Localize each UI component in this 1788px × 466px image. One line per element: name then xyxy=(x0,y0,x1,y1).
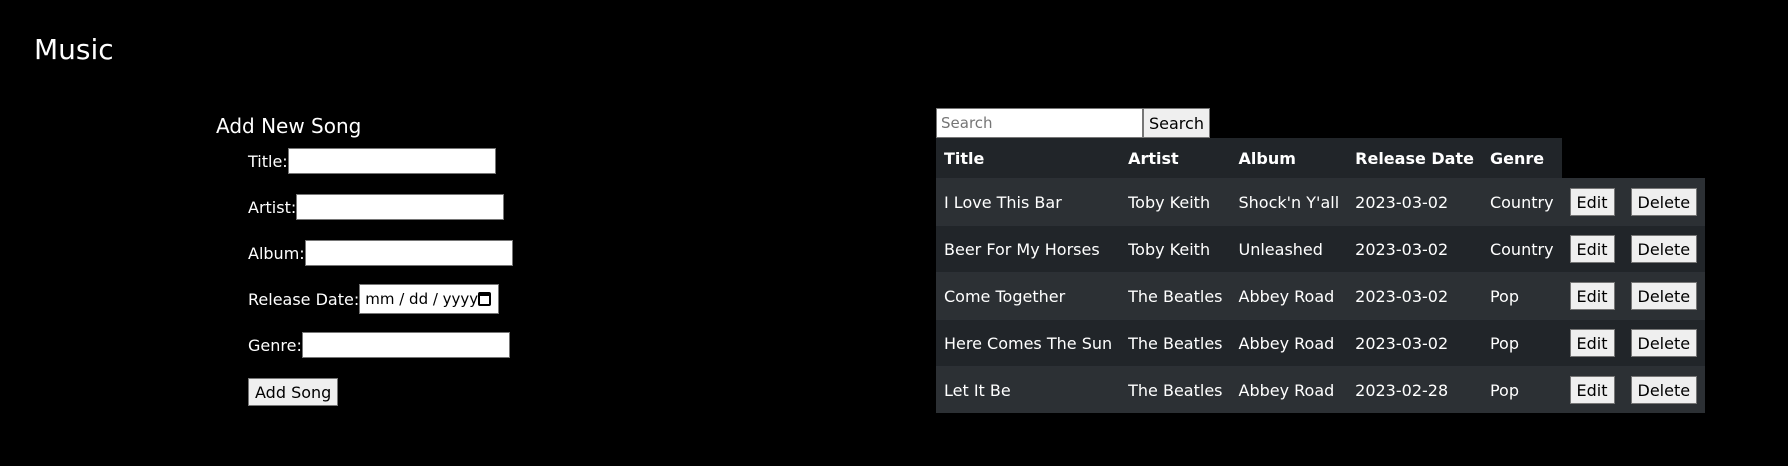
search-button[interactable]: Search xyxy=(1143,108,1210,138)
page-title: Music xyxy=(34,33,114,66)
delete-button[interactable]: Delete xyxy=(1630,329,1698,357)
edit-button[interactable]: Edit xyxy=(1569,329,1615,357)
header-release-date: Release Date xyxy=(1347,138,1482,179)
title-input[interactable] xyxy=(287,148,496,174)
release-date-placeholder: mm / dd / yyyy xyxy=(365,290,479,308)
cell-edit: Edit xyxy=(1561,272,1623,320)
cell-title: I Love This Bar xyxy=(936,178,1121,226)
genre-row: Genre: xyxy=(248,332,510,358)
header-album: Album xyxy=(1230,138,1348,179)
title-row: Title: xyxy=(248,148,496,174)
cell-album: Unleashed xyxy=(1230,225,1348,273)
cell-album: Abbey Road xyxy=(1230,366,1348,413)
header-delete-empty xyxy=(1623,138,1706,179)
cell-delete: Delete xyxy=(1622,366,1706,413)
form-heading: Add New Song xyxy=(216,114,362,138)
release-date-input[interactable]: mm / dd / yyyy xyxy=(359,284,500,314)
cell-delete: Delete xyxy=(1622,178,1706,226)
edit-button[interactable]: Edit xyxy=(1569,188,1615,216)
cell-edit: Edit xyxy=(1561,178,1623,226)
header-genre: Genre xyxy=(1481,138,1562,179)
cell-release-date: 2023-03-02 xyxy=(1347,178,1482,226)
cell-genre: Country xyxy=(1481,178,1562,226)
cell-artist: The Beatles xyxy=(1120,272,1231,320)
delete-button[interactable]: Delete xyxy=(1630,376,1698,404)
search-input[interactable] xyxy=(936,108,1143,138)
edit-button[interactable]: Edit xyxy=(1569,282,1615,310)
cell-edit: Edit xyxy=(1561,366,1623,413)
search-bar: Search xyxy=(936,108,1210,138)
artist-label: Artist: xyxy=(248,197,297,217)
header-title: Title xyxy=(936,138,1121,179)
table-row: I Love This Bar Toby Keith Shock'n Y'all… xyxy=(936,178,1706,226)
artist-row: Artist: xyxy=(248,194,505,220)
cell-release-date: 2023-03-02 xyxy=(1347,272,1482,320)
add-song-form: Add New Song Title: Artist: Album: Relea… xyxy=(216,114,513,406)
delete-button[interactable]: Delete xyxy=(1630,282,1698,310)
cell-artist: Toby Keith xyxy=(1120,178,1231,226)
cell-release-date: 2023-03-02 xyxy=(1347,319,1482,367)
genre-label: Genre: xyxy=(248,335,302,355)
cell-delete: Delete xyxy=(1622,225,1706,273)
title-label: Title: xyxy=(248,151,288,171)
calendar-icon[interactable] xyxy=(478,292,492,306)
cell-genre: Country xyxy=(1481,225,1562,273)
songs-table: Title Artist Album Release Date Genre I … xyxy=(936,138,1706,413)
cell-artist: Toby Keith xyxy=(1120,225,1231,273)
table-header-row: Title Artist Album Release Date Genre xyxy=(936,138,1705,179)
delete-button[interactable]: Delete xyxy=(1630,188,1698,216)
release-date-row: Release Date: mm / dd / yyyy xyxy=(248,284,500,314)
album-label: Album: xyxy=(248,243,305,263)
cell-delete: Delete xyxy=(1622,272,1706,320)
cell-artist: The Beatles xyxy=(1120,319,1231,367)
submit-row: Add Song xyxy=(248,378,339,406)
delete-button[interactable]: Delete xyxy=(1630,235,1698,263)
cell-artist: The Beatles xyxy=(1120,366,1231,413)
table-row: Let It Be The Beatles Abbey Road 2023-02… xyxy=(936,366,1706,413)
table-row: Beer For My Horses Toby Keith Unleashed … xyxy=(936,225,1706,273)
cell-title: Here Comes The Sun xyxy=(936,319,1121,367)
cell-album: Shock'n Y'all xyxy=(1230,178,1348,226)
cell-title: Beer For My Horses xyxy=(936,225,1121,273)
cell-edit: Edit xyxy=(1561,225,1623,273)
add-song-button[interactable]: Add Song xyxy=(248,378,339,406)
cell-title: Let It Be xyxy=(936,366,1121,413)
cell-genre: Pop xyxy=(1481,272,1562,320)
album-input[interactable] xyxy=(304,240,513,266)
table-row: Here Comes The Sun The Beatles Abbey Roa… xyxy=(936,319,1706,367)
edit-button[interactable]: Edit xyxy=(1569,376,1615,404)
artist-input[interactable] xyxy=(296,194,505,220)
cell-delete: Delete xyxy=(1622,319,1706,367)
header-artist: Artist xyxy=(1120,138,1231,179)
cell-album: Abbey Road xyxy=(1230,272,1348,320)
header-edit-empty xyxy=(1562,138,1623,179)
edit-button[interactable]: Edit xyxy=(1569,235,1615,263)
cell-release-date: 2023-02-28 xyxy=(1347,366,1482,413)
cell-release-date: 2023-03-02 xyxy=(1347,225,1482,273)
genre-input[interactable] xyxy=(301,332,510,358)
cell-genre: Pop xyxy=(1481,319,1562,367)
album-row: Album: xyxy=(248,240,513,266)
cell-album: Abbey Road xyxy=(1230,319,1348,367)
table-row: Come Together The Beatles Abbey Road 202… xyxy=(936,272,1706,320)
cell-genre: Pop xyxy=(1481,366,1562,413)
cell-edit: Edit xyxy=(1561,319,1623,367)
cell-title: Come Together xyxy=(936,272,1121,320)
release-date-label: Release Date: xyxy=(248,289,360,309)
